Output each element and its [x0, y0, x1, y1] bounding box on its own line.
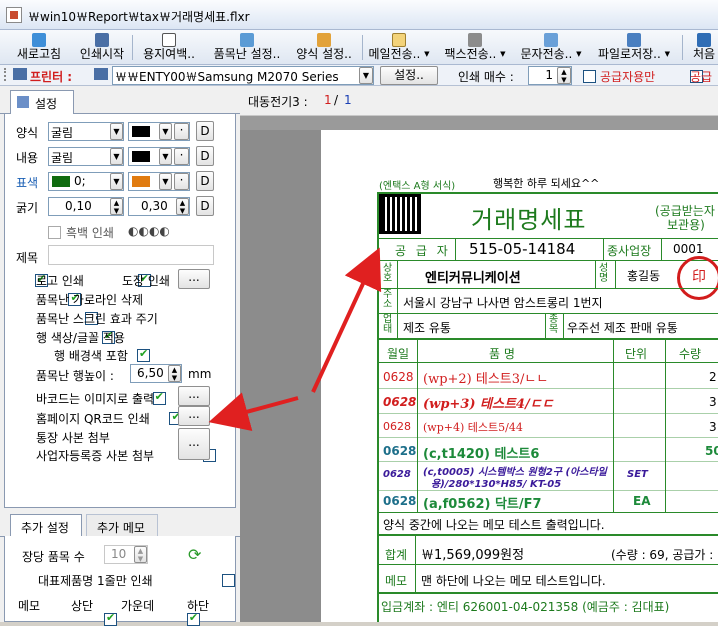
arrow-to-qr	[311, 247, 382, 393]
arrow-to-qr-option	[208, 392, 299, 432]
annotation-arrows	[208, 247, 382, 432]
